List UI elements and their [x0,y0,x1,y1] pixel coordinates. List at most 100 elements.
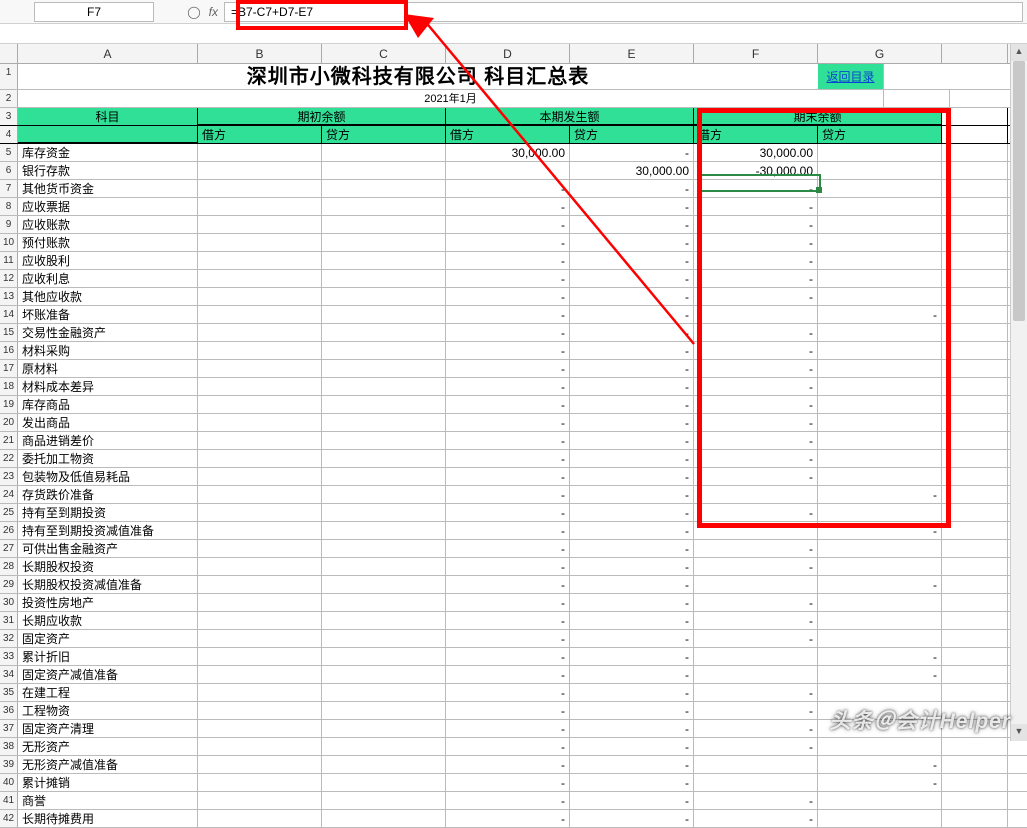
cell[interactable] [198,252,322,269]
row-number[interactable]: 1 [0,64,18,89]
cell[interactable] [694,648,818,665]
row-number[interactable]: 11 [0,252,18,269]
subject-cell[interactable]: 坏账准备 [18,306,198,323]
cell[interactable]: - [694,234,818,251]
col-header-C[interactable]: C [322,44,446,63]
cell[interactable]: - [570,612,694,629]
cell[interactable]: - [446,576,570,593]
cell[interactable]: - [570,432,694,449]
row-number[interactable]: 17 [0,360,18,377]
cell[interactable]: - [570,414,694,431]
cell[interactable]: - [446,414,570,431]
cell[interactable] [942,270,1008,287]
cell[interactable] [198,792,322,809]
cell[interactable]: - [694,414,818,431]
cell[interactable]: - [446,342,570,359]
cell[interactable] [198,144,322,161]
cell[interactable]: - [446,666,570,683]
cell[interactable]: - [818,576,942,593]
cell[interactable] [942,378,1008,395]
cell[interactable] [198,180,322,197]
cell[interactable] [818,540,942,557]
subject-cell[interactable]: 预付账款 [18,234,198,251]
cell[interactable] [694,306,818,323]
subject-cell[interactable]: 银行存款 [18,162,198,179]
cell[interactable] [942,252,1008,269]
cell[interactable]: - [570,702,694,719]
cell[interactable] [942,180,1008,197]
cell[interactable] [322,342,446,359]
cell[interactable] [198,504,322,521]
cell[interactable] [942,576,1008,593]
cell[interactable]: - [694,540,818,557]
subject-cell[interactable]: 持有至到期投资减值准备 [18,522,198,539]
cell[interactable] [198,486,322,503]
cell[interactable] [198,270,322,287]
cell[interactable]: - [570,792,694,809]
cell[interactable] [322,576,446,593]
cell[interactable]: - [446,630,570,647]
cell[interactable] [198,684,322,701]
cell[interactable] [818,468,942,485]
cell[interactable]: - [694,468,818,485]
cell[interactable]: - [570,648,694,665]
cell[interactable]: - [570,144,694,161]
cell[interactable]: - [818,522,942,539]
cell[interactable]: - [694,450,818,467]
cell[interactable] [694,486,818,503]
cell[interactable]: - [446,252,570,269]
cell[interactable]: - [570,198,694,215]
cell[interactable] [818,216,942,233]
cell[interactable]: - [694,216,818,233]
cell[interactable]: - [694,378,818,395]
cell[interactable]: - [570,540,694,557]
cell[interactable] [322,666,446,683]
cell[interactable] [322,720,446,737]
subject-cell[interactable]: 投资性房地产 [18,594,198,611]
cell[interactable]: - [570,360,694,377]
scrollbar-thumb[interactable] [1013,61,1025,321]
cell[interactable] [322,360,446,377]
cell[interactable]: - [570,774,694,791]
cell[interactable] [942,630,1008,647]
cell[interactable]: - [694,684,818,701]
cell[interactable] [322,414,446,431]
cell[interactable] [322,612,446,629]
cell[interactable] [322,234,446,251]
cell[interactable]: - [446,450,570,467]
cell[interactable] [694,756,818,773]
subject-cell[interactable]: 累计摊销 [18,774,198,791]
cell[interactable] [818,144,942,161]
cell[interactable]: - [694,342,818,359]
row-number[interactable]: 28 [0,558,18,575]
cell[interactable]: - [446,378,570,395]
cell[interactable]: - [570,630,694,647]
row-number[interactable]: 4 [0,126,18,143]
cell[interactable] [322,504,446,521]
zoom-icon[interactable]: ◯ [187,5,200,19]
cell[interactable]: - [570,396,694,413]
cell[interactable] [322,648,446,665]
cell[interactable]: - [570,324,694,341]
cell[interactable]: - [570,234,694,251]
cell[interactable] [198,612,322,629]
row-number[interactable]: 25 [0,504,18,521]
cell[interactable] [694,666,818,683]
subject-cell[interactable]: 固定资产减值准备 [18,666,198,683]
subject-cell[interactable]: 其他应收款 [18,288,198,305]
cell[interactable] [942,792,1008,809]
cell[interactable]: - [694,288,818,305]
cell[interactable]: - [446,324,570,341]
cell[interactable] [818,630,942,647]
cell[interactable]: -30,000.00 [694,162,818,179]
subject-cell[interactable]: 累计折旧 [18,648,198,665]
cell[interactable] [446,162,570,179]
row-number[interactable]: 24 [0,486,18,503]
subject-cell[interactable]: 库存商品 [18,396,198,413]
subject-cell[interactable]: 固定资产清理 [18,720,198,737]
cell[interactable] [942,486,1008,503]
cell[interactable] [322,774,446,791]
cell[interactable] [942,612,1008,629]
cell[interactable] [942,810,1008,827]
cell[interactable] [818,270,942,287]
